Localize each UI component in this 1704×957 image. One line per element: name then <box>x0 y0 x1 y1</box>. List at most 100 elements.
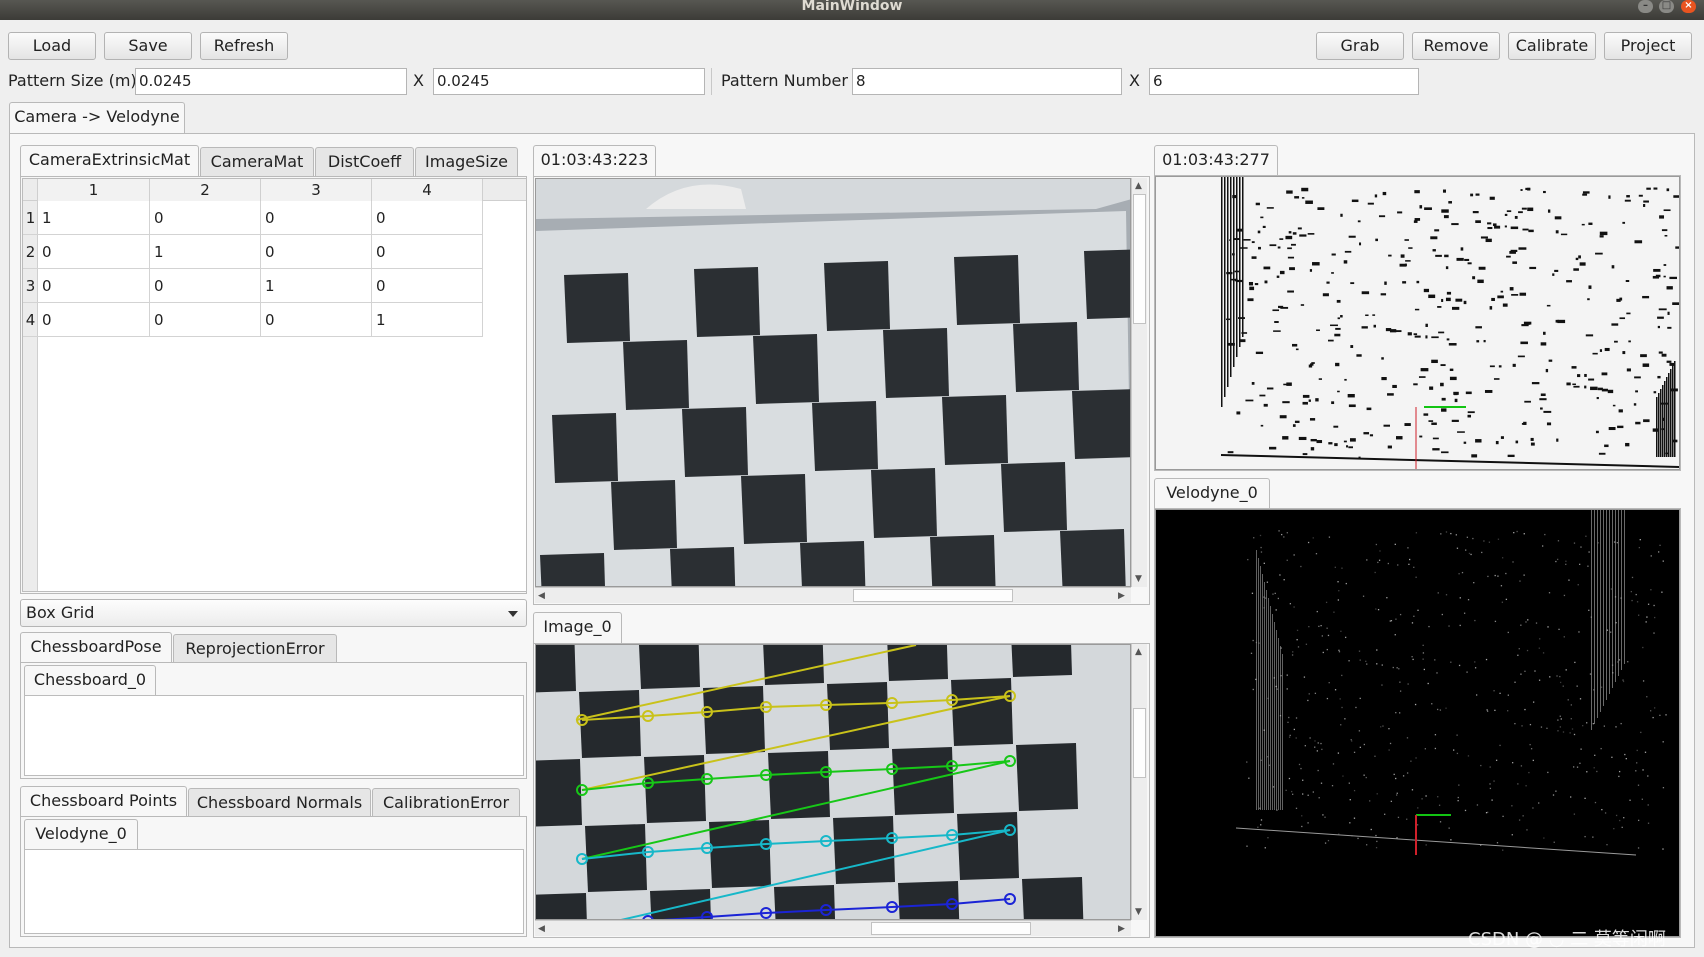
lidar-point <box>1468 552 1471 555</box>
maximize-icon[interactable]: □ <box>1659 0 1674 13</box>
row-header[interactable]: 4 <box>23 303 38 337</box>
lidar-point <box>1600 747 1602 750</box>
table-cell[interactable]: 0 <box>38 269 150 303</box>
lidar-point <box>1384 813 1386 815</box>
lidar-edge-image[interactable] <box>1155 176 1680 470</box>
row-header[interactable]: 1 <box>23 201 38 235</box>
tab-chessboard-points[interactable]: Chessboard Points <box>20 786 187 818</box>
table-cell[interactable]: 0 <box>150 303 261 337</box>
scroll-left-icon[interactable]: ◀ <box>538 591 545 601</box>
watermark-text: CSDN @ ◡ 二 莫等闲啊 <box>1468 929 1666 950</box>
table-cell[interactable]: 1 <box>261 269 372 303</box>
row-header[interactable]: 2 <box>23 235 38 269</box>
edge-stroke <box>1269 244 1277 247</box>
camera-horizontal-scrollbar[interactable]: ◀ ▶ <box>535 587 1131 603</box>
table-cell[interactable]: 0 <box>38 235 150 269</box>
lidar-point <box>1642 646 1644 649</box>
velodyne-pointcloud-view[interactable] <box>1155 509 1680 937</box>
scrollbar-thumb[interactable] <box>853 589 1013 602</box>
lidar-point <box>1480 764 1482 767</box>
table-corner[interactable] <box>23 179 38 201</box>
project-button[interactable]: Project <box>1604 32 1692 60</box>
lidar-point <box>1339 698 1341 700</box>
table-cell[interactable]: 0 <box>150 269 261 303</box>
table-cell[interactable]: 1 <box>38 201 150 235</box>
table-cell[interactable]: 1 <box>150 235 261 269</box>
tab-camera-timestamp[interactable]: 01:03:43:223 <box>533 145 656 177</box>
lidar-point <box>1585 535 1587 537</box>
lidar-point <box>1649 710 1652 712</box>
tab-chessboard-normals[interactable]: Chessboard Normals <box>188 788 371 818</box>
table-cell[interactable]: 1 <box>372 303 483 337</box>
pattern-size-x-input[interactable]: 0.0245 <box>135 68 407 95</box>
grab-button[interactable]: Grab <box>1316 32 1404 60</box>
refresh-button[interactable]: Refresh <box>200 32 288 60</box>
image-horizontal-scrollbar[interactable]: ◀ ▶ <box>535 920 1131 936</box>
lidar-point <box>1642 769 1644 771</box>
scroll-down-icon[interactable]: ▼ <box>1135 574 1142 584</box>
tab-chessboard-0[interactable]: Chessboard_0 <box>24 665 156 697</box>
table-cell[interactable]: 0 <box>150 201 261 235</box>
column-header[interactable]: 1 <box>38 179 150 201</box>
lidar-point <box>1328 536 1331 538</box>
edge-stroke <box>1301 187 1309 192</box>
tab-image-0[interactable]: Image_0 <box>533 612 622 644</box>
scroll-right-icon[interactable]: ▶ <box>1118 591 1125 601</box>
tab-calibration-error[interactable]: CalibrationError <box>372 788 520 818</box>
tab-velodyne-0-points[interactable]: Velodyne_0 <box>24 819 138 851</box>
checker-square <box>951 678 1013 746</box>
table-cell[interactable]: 0 <box>261 201 372 235</box>
calibrate-button[interactable]: Calibrate <box>1508 32 1596 60</box>
lidar-point <box>1638 546 1641 549</box>
camera-image[interactable] <box>535 178 1131 587</box>
lidar-point <box>1511 762 1514 764</box>
column-header[interactable]: 3 <box>261 179 372 201</box>
camera-vertical-scrollbar[interactable]: ▲ ▼ <box>1131 178 1147 587</box>
pattern-type-select[interactable]: Box Grid <box>20 599 527 627</box>
remove-button[interactable]: Remove <box>1412 32 1500 60</box>
scroll-down-icon[interactable]: ▼ <box>1135 907 1142 917</box>
tab-velodyne-0[interactable]: Velodyne_0 <box>1154 478 1270 510</box>
row-header[interactable]: 3 <box>23 269 38 303</box>
table-cell[interactable]: 0 <box>372 269 483 303</box>
edge-stroke <box>1465 391 1472 395</box>
lidar-point <box>1523 574 1525 576</box>
tab-reprojection-error[interactable]: ReprojectionError <box>173 634 337 664</box>
table-cell[interactable]: 0 <box>372 235 483 269</box>
table-cell[interactable]: 0 <box>38 303 150 337</box>
tab-image-size[interactable]: ImageSize <box>415 147 518 177</box>
scroll-up-icon[interactable]: ▲ <box>1135 647 1142 657</box>
scroll-right-icon[interactable]: ▶ <box>1118 924 1125 934</box>
column-header[interactable]: 2 <box>150 179 261 201</box>
pattern-number-x-input[interactable]: 8 <box>852 68 1122 95</box>
pattern-number-y-input[interactable]: 6 <box>1149 68 1419 95</box>
tab-camera-extrinsic-mat[interactable]: CameraExtrinsicMat <box>20 145 199 177</box>
table-cell[interactable]: 0 <box>261 303 372 337</box>
edge-stroke <box>1445 297 1451 302</box>
lidar-point <box>1516 530 1518 533</box>
load-button[interactable]: Load <box>8 32 96 60</box>
edge-stroke <box>1663 264 1667 266</box>
tab-lidar-timestamp[interactable]: 01:03:43:277 <box>1154 145 1278 177</box>
table-cell[interactable]: 0 <box>261 235 372 269</box>
save-button[interactable]: Save <box>104 32 192 60</box>
scroll-left-icon[interactable]: ◀ <box>538 924 545 934</box>
scrollbar-thumb[interactable] <box>1133 194 1146 324</box>
scrollbar-thumb[interactable] <box>1133 708 1146 778</box>
scrollbar-thumb[interactable] <box>871 922 1031 935</box>
tab-camera-velodyne[interactable]: Camera -> Velodyne <box>9 102 185 134</box>
pattern-size-y-input[interactable]: 0.0245 <box>433 68 705 95</box>
lidar-point <box>1594 510 1595 724</box>
tab-camera-mat[interactable]: CameraMat <box>200 147 314 177</box>
column-header[interactable]: 4 <box>372 179 483 201</box>
tab-dist-coeff[interactable]: DistCoeff <box>315 147 414 177</box>
minimize-icon[interactable]: – <box>1638 0 1653 13</box>
edge-stroke <box>1441 451 1449 454</box>
lidar-point <box>1507 694 1509 696</box>
tab-chessboard-pose[interactable]: ChessboardPose <box>20 632 172 664</box>
detected-corners-image[interactable] <box>535 644 1131 920</box>
scroll-up-icon[interactable]: ▲ <box>1135 181 1142 191</box>
table-cell[interactable]: 0 <box>372 201 483 235</box>
close-icon[interactable]: × <box>1681 0 1696 13</box>
image-vertical-scrollbar[interactable]: ▲ ▼ <box>1131 644 1147 920</box>
